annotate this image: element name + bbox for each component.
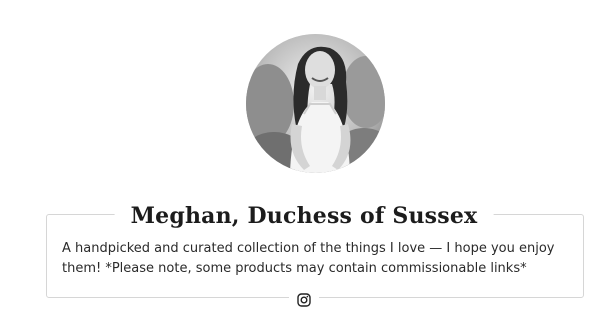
profile-bio: A handpicked and curated collection of t…: [62, 241, 555, 276]
profile-name: Meghan, Duchess of Sussex: [114, 201, 494, 231]
instagram-icon: [297, 293, 311, 307]
avatar: [246, 34, 385, 173]
instagram-link[interactable]: [289, 290, 319, 310]
avatar-photo: [246, 34, 385, 173]
